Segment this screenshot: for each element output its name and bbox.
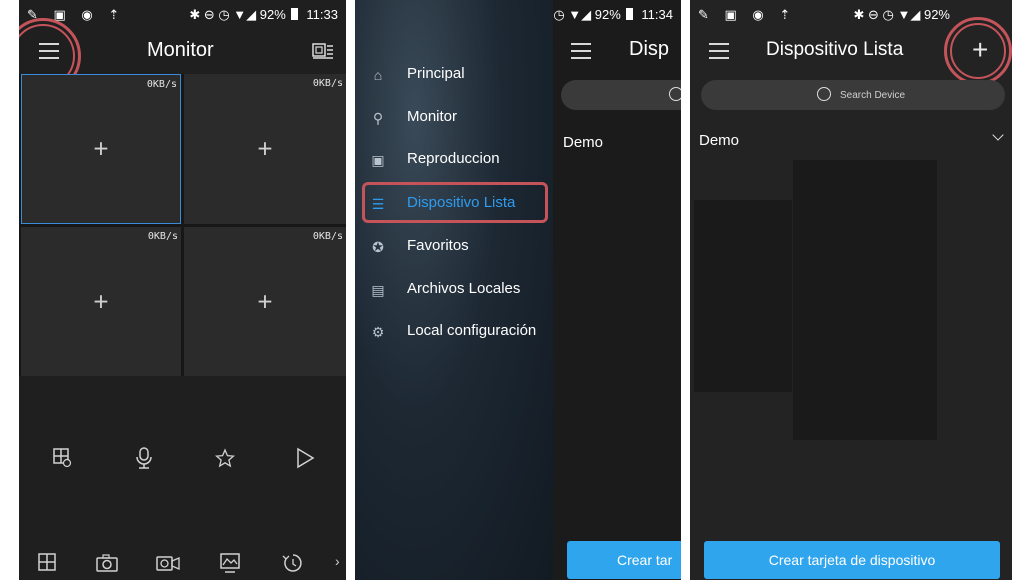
device-list-screen: ✎ ▣ ◉ ⇡ ✱ ⊖ ◷ ▼◢ 92% Dispositivo Lista +… xyxy=(690,0,1012,580)
chevron-down-icon[interactable] xyxy=(992,129,1004,141)
play-icon[interactable] xyxy=(295,447,315,469)
video-grid: 0KB/s + 0KB/s + 0KB/s + 0KB/s + xyxy=(19,74,346,376)
video-cell[interactable]: 0KB/s + xyxy=(184,227,346,376)
drawer-item-label: Principal xyxy=(407,65,465,82)
list-area xyxy=(793,160,937,440)
device-switch-icon[interactable] xyxy=(312,42,334,60)
home-icon: ⌂ xyxy=(373,67,383,83)
video-cell[interactable]: 0KB/s + xyxy=(21,227,181,376)
hamburger-menu-icon[interactable] xyxy=(709,43,729,59)
video-cell[interactable]: 0KB/s + xyxy=(184,74,346,224)
add-channel-icon[interactable]: + xyxy=(257,286,272,317)
bitrate-label: 0KB/s xyxy=(146,79,177,90)
drawer-item-archivos-locales[interactable]: ▤ Archivos Locales xyxy=(355,271,553,309)
drawer-item-label: Monitor xyxy=(407,108,458,125)
add-channel-icon[interactable]: + xyxy=(93,134,108,165)
snapshot-camera-icon[interactable] xyxy=(95,553,119,573)
record-video-icon[interactable] xyxy=(155,553,181,573)
drawer-item-local-configuracion[interactable]: ⚙ Local configuración xyxy=(355,313,553,351)
bottom-toolbar: › xyxy=(19,552,346,576)
status-icons-right: ✱ ⊖ ◷ ▼◢ 92% 11:33 xyxy=(189,7,338,22)
drawer-item-principal[interactable]: ⌂ Principal xyxy=(355,56,553,94)
drawer-item-label: Favoritos xyxy=(407,237,469,254)
add-channel-icon[interactable]: + xyxy=(93,286,108,317)
navigation-drawer-screen: Disp Demo Crear tar ✎ ▣ ◉ ⇡ ✱ ⊖ ◷ ▼◢ 92%… xyxy=(355,0,681,580)
star-icon[interactable] xyxy=(215,448,235,468)
add-channel-icon[interactable]: + xyxy=(257,134,272,165)
drawer-item-label: Reproduccion xyxy=(407,150,500,167)
battery-icon xyxy=(625,8,633,20)
grid-layout-icon[interactable] xyxy=(37,552,57,572)
group-label[interactable]: Demo xyxy=(699,132,739,149)
search-bar xyxy=(561,80,681,110)
navigation-drawer: ⌂ Principal ⚲ Monitor ▣ Reproduccion ☰ D… xyxy=(355,0,553,580)
playback-icon: ▣ xyxy=(371,152,385,168)
status-bar: ✎ ▣ ◉ ⇡ ✱ ⊖ ◷ ▼◢ 92% 11:33 xyxy=(19,0,346,28)
bitrate-label: 0KB/s xyxy=(312,231,343,242)
split-screen-icon[interactable] xyxy=(52,446,72,468)
battery-icon xyxy=(290,8,298,20)
search-bar[interactable]: Search Device xyxy=(701,80,1005,110)
monitor-screen: ✎ ▣ ◉ ⇡ ✱ ⊖ ◷ ▼◢ 92% 11:33 Monitor 0KB/s… xyxy=(19,0,346,580)
bitrate-label: 0KB/s xyxy=(147,231,178,242)
annotation-highlight xyxy=(362,182,548,223)
dimmed-background[interactable]: Disp Demo Crear tar xyxy=(553,0,681,580)
status-icons-right: ✱ ⊖ ◷ ▼◢ 92% xyxy=(853,7,950,22)
create-device-button[interactable]: Crear tarjeta de dispositivo xyxy=(704,541,1000,579)
star-circle-icon: ✪ xyxy=(372,239,384,255)
background-title: Disp xyxy=(629,38,670,60)
status-icons-left: ✎ ▣ ◉ ⇡ xyxy=(698,7,797,22)
clock: 11:33 xyxy=(306,7,338,22)
group-label: Demo xyxy=(563,134,604,151)
folder-icon: ▤ xyxy=(371,282,385,298)
clock: 11:34 xyxy=(641,7,673,22)
camera-icon: ⚲ xyxy=(372,110,384,126)
drawer-item-favoritos[interactable]: ✪ Favoritos xyxy=(355,228,553,266)
drawer-item-label: Archivos Locales xyxy=(407,280,521,297)
search-icon xyxy=(669,87,681,101)
drawer-item-reproduccion[interactable]: ▣ Reproduccion xyxy=(355,141,553,179)
search-icon xyxy=(817,87,831,101)
page-title: Monitor xyxy=(147,39,214,61)
timer-replay-icon[interactable] xyxy=(282,552,304,574)
bitrate-label: 0KB/s xyxy=(312,78,343,89)
page-title: Dispositivo Lista xyxy=(766,39,904,60)
gear-icon: ⚙ xyxy=(371,324,385,340)
more-arrow-icon[interactable]: › xyxy=(335,553,340,569)
annotation-circle xyxy=(944,17,1012,85)
video-cell[interactable]: 0KB/s + xyxy=(21,74,181,224)
list-area xyxy=(694,200,792,392)
search-input[interactable]: Search Device xyxy=(840,90,905,101)
image-quality-icon[interactable] xyxy=(219,552,241,574)
create-device-button: Crear tar xyxy=(567,541,681,579)
microphone-icon[interactable] xyxy=(135,446,153,470)
control-toolbar xyxy=(19,446,346,476)
hamburger-menu-icon xyxy=(571,43,591,59)
drawer-item-label: Local configuración xyxy=(407,322,537,339)
drawer-item-monitor[interactable]: ⚲ Monitor xyxy=(355,99,553,137)
